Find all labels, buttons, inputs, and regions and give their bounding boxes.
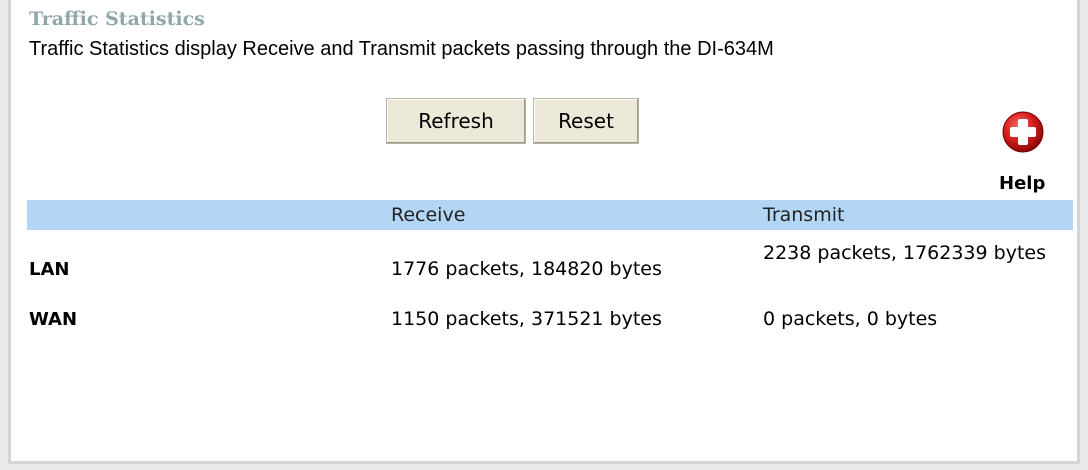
refresh-button[interactable]: Refresh (386, 98, 526, 144)
row-label-wan: WAN (29, 309, 78, 330)
wan-transmit-value: 0 packets, 0 bytes (763, 308, 938, 330)
table-header-bar (27, 200, 1073, 230)
lan-transmit-value: 2238 packets, 1762339 bytes (763, 242, 1046, 264)
reset-button[interactable]: Reset (533, 98, 639, 144)
page-title: Traffic Statistics (29, 8, 205, 30)
help-plus-icon[interactable] (1001, 110, 1045, 154)
lan-receive-value: 1776 packets, 184820 bytes (391, 258, 662, 280)
help-link[interactable]: Help (999, 173, 1045, 195)
column-header-receive: Receive (391, 204, 466, 226)
row-label-lan: LAN (29, 259, 70, 280)
traffic-statistics-panel: Traffic Statistics Traffic Statistics di… (8, 0, 1080, 464)
wan-receive-value: 1150 packets, 371521 bytes (391, 308, 662, 330)
page-description: Traffic Statistics display Receive and T… (29, 38, 774, 60)
column-header-transmit: Transmit (763, 204, 845, 226)
